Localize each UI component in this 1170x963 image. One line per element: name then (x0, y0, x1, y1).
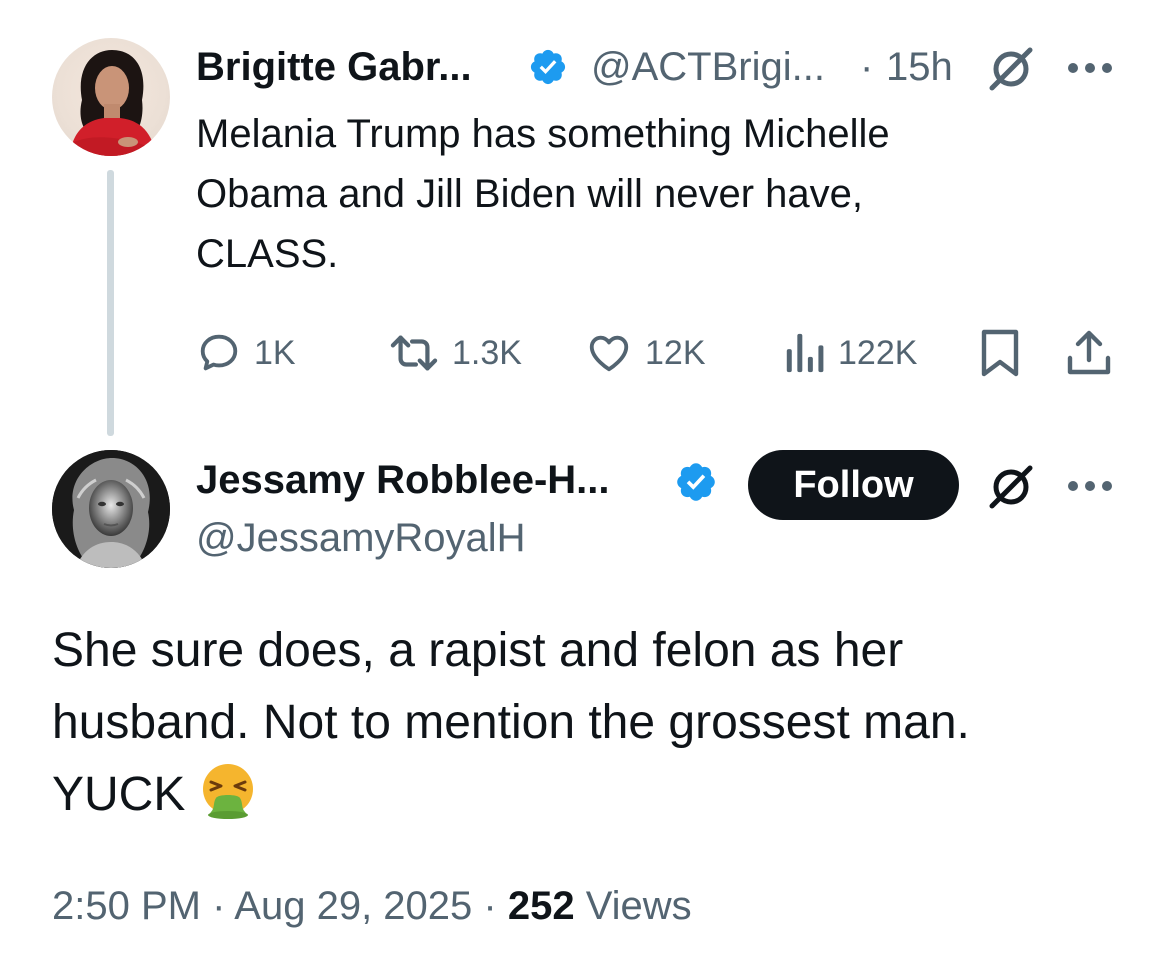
views-count: 122K (838, 334, 918, 372)
avatar-brigitte[interactable] (52, 38, 170, 156)
reply-text-yuck: YUCK (52, 768, 186, 821)
parent-text-line: Obama and Jill Biden will never have, (196, 172, 864, 216)
parent-handle[interactable]: @ACTBrigi... (591, 43, 825, 91)
views-label: Views (574, 884, 692, 928)
repost-count: 1.3K (452, 334, 522, 372)
reply-tweet-text: She sure does, a rapist and felon as her… (52, 615, 1132, 841)
share-icon[interactable] (1066, 328, 1112, 383)
repost-icon (390, 335, 438, 371)
like-count: 12K (645, 334, 706, 372)
reply-icon (200, 334, 238, 371)
reply-text-line-last: YUCK (52, 759, 1132, 841)
grok-slash-icon[interactable] (986, 460, 1038, 517)
parent-time[interactable]: 15h (886, 43, 953, 91)
repost-button[interactable]: 1.3K (388, 330, 522, 376)
analytics-bar-icon (786, 333, 824, 373)
parent-tweet-text: Melania Trump has something Michelle Oba… (196, 104, 890, 284)
reply-handle[interactable]: @JessamyRoyalH (196, 514, 526, 562)
follow-button[interactable]: Follow (748, 450, 959, 520)
parent-author-name[interactable]: Brigitte Gabr... (196, 43, 472, 91)
more-options-icon[interactable] (1066, 478, 1114, 499)
more-options-icon[interactable] (1066, 60, 1114, 81)
reply-text-line: She sure does, a rapist and felon as her (52, 624, 904, 677)
parent-text-line: CLASS. (196, 232, 339, 276)
thread-connector-line (107, 170, 114, 436)
reply-count: 1K (254, 334, 296, 372)
avatar-jessamy[interactable] (52, 450, 170, 568)
views-button[interactable]: 122K (784, 330, 917, 376)
timestamp[interactable]: 2:50 PM · Aug 29, 2025 · (52, 884, 508, 928)
bookmark-icon[interactable] (978, 328, 1022, 383)
like-button[interactable]: 12K (585, 330, 706, 376)
reply-button[interactable]: 1K (196, 330, 296, 376)
grok-slash-icon[interactable] (986, 42, 1038, 99)
heart-icon (589, 335, 629, 372)
tweet-footer: 2:50 PM · Aug 29, 2025 · 252 Views (52, 878, 692, 934)
reply-text-line: husband. Not to mention the grossest man… (52, 696, 970, 749)
verified-badge-icon (528, 47, 568, 87)
views-number: 252 (507, 884, 575, 928)
vomiting-face-icon (199, 762, 257, 841)
parent-text-line: Melania Trump has something Michelle (196, 112, 890, 156)
reply-author-name[interactable]: Jessamy Robblee-H... (196, 456, 610, 504)
separator-dot: · (860, 45, 874, 89)
verified-badge-icon (674, 460, 715, 501)
